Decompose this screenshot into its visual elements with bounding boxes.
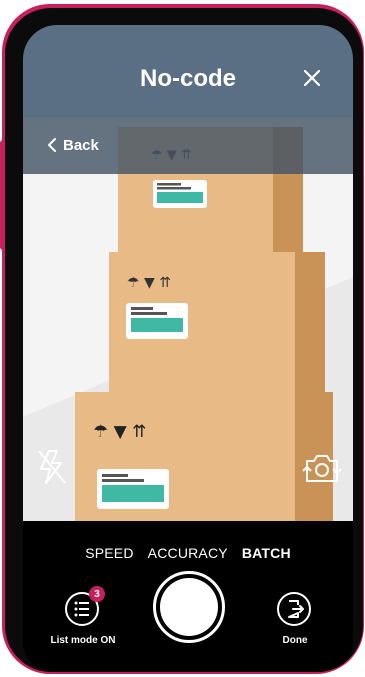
list-mode-label: List mode ON [50, 635, 116, 646]
scanner-controls: SPEED ACCURACY BATCH 3 List mode ON Done [23, 521, 353, 672]
exit-icon [288, 600, 304, 618]
back-button[interactable]: Back [47, 131, 99, 159]
chevron-left-icon [48, 138, 56, 152]
list-mode-button[interactable]: 3 [65, 586, 105, 626]
back-bar: Back [23, 117, 353, 174]
phone-frame: No-code ☂ ▼ ⇈ ☂ ▼ ⇈ Back SPEED ACCURACY … [5, 8, 363, 672]
box-bottom: ☂ ▼ ⇈ [75, 392, 333, 521]
back-label: Back [63, 136, 99, 154]
shutter-button[interactable] [153, 571, 225, 643]
close-button[interactable] [301, 67, 323, 89]
list-count-badge: 3 [89, 586, 105, 602]
shutter-inner [160, 578, 218, 636]
mode-accuracy[interactable]: ACCURACY [148, 545, 228, 561]
switch-camera-icon [302, 455, 342, 482]
done-button[interactable] [277, 592, 311, 626]
close-icon [303, 69, 321, 87]
done-label: Done [282, 635, 308, 646]
screen: No-code ☂ ▼ ⇈ ☂ ▼ ⇈ Back SPEED ACCURACY … [23, 25, 353, 672]
camera-viewfinder[interactable]: ☂ ▼ ⇈ ☂ ▼ ⇈ Back [23, 117, 353, 521]
box-middle: ☂ ▼ ⇈ [109, 252, 325, 392]
header: No-code [23, 25, 353, 117]
mode-selector: SPEED ACCURACY BATCH [23, 545, 353, 561]
svg-text:☂ ▼ ⇈: ☂ ▼ ⇈ [93, 422, 146, 442]
mode-speed[interactable]: SPEED [85, 545, 133, 561]
svg-text:☂ ▼ ⇈: ☂ ▼ ⇈ [127, 275, 171, 291]
switch-camera-button[interactable] [301, 447, 343, 487]
mode-batch[interactable]: BATCH [242, 545, 291, 561]
flash-off-icon [38, 450, 66, 484]
flash-toggle-button[interactable] [35, 447, 69, 487]
